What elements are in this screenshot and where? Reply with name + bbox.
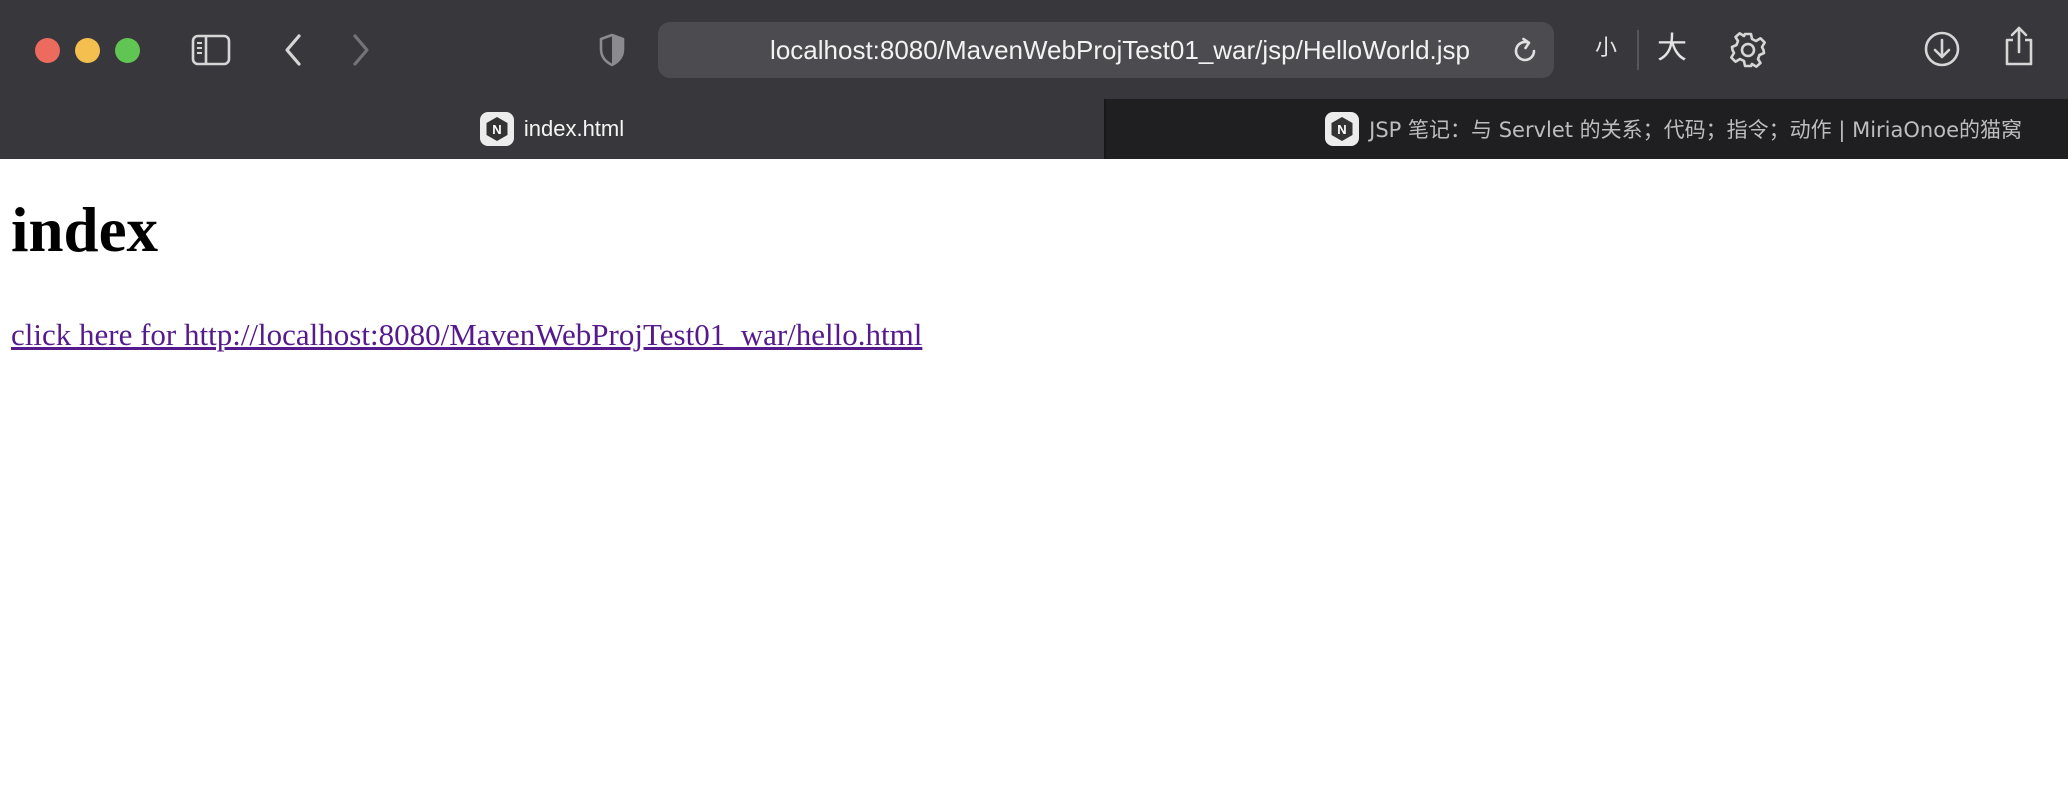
- sidebar-toggle-button[interactable]: [190, 32, 232, 68]
- minimize-window-button[interactable]: [75, 38, 100, 63]
- shield-icon: [598, 33, 626, 67]
- share-icon: [2002, 25, 2036, 67]
- reload-button[interactable]: [1510, 36, 1540, 66]
- downloads-button[interactable]: [1922, 29, 1962, 69]
- svg-text:N: N: [1337, 122, 1346, 137]
- hello-page-link[interactable]: click here for http://localhost:8080/Mav…: [11, 317, 922, 353]
- privacy-report-button[interactable]: [596, 32, 628, 68]
- tab-label: JSP 笔记：与 Servlet 的关系；代码；指令；动作 | MiriaOno…: [1369, 118, 2022, 142]
- browser-toolbar: localhost:8080/MavenWebProjTest01_war/js…: [0, 0, 2068, 99]
- chevron-left-icon: [282, 33, 304, 67]
- reload-icon: [1510, 37, 1540, 70]
- zoom-window-button[interactable]: [115, 38, 140, 63]
- zoom-divider: [1637, 30, 1639, 70]
- address-bar[interactable]: localhost:8080/MavenWebProjTest01_war/js…: [658, 22, 1554, 78]
- tab-bar: N index.html N JSP 笔记：与 Servlet 的关系；代码；指…: [0, 99, 2068, 159]
- tab-jsp-notes[interactable]: N JSP 笔记：与 Servlet 的关系；代码；指令；动作 | MiriaO…: [1106, 99, 2068, 159]
- address-text[interactable]: localhost:8080/MavenWebProjTest01_war/js…: [658, 22, 1494, 78]
- back-button[interactable]: [278, 32, 308, 68]
- tab-index[interactable]: N index.html: [0, 99, 1104, 159]
- browser-window: localhost:8080/MavenWebProjTest01_war/js…: [0, 0, 2068, 796]
- zoom-in-button[interactable]: 大: [1654, 29, 1690, 69]
- svg-text:N: N: [492, 122, 501, 137]
- forward-button[interactable]: [346, 32, 376, 68]
- n-logo-icon: N: [479, 112, 514, 146]
- settings-button[interactable]: [1728, 30, 1768, 70]
- web-page-content: index click here for http://localhost:80…: [0, 159, 2068, 796]
- zoom-out-button[interactable]: 小: [1591, 31, 1621, 67]
- download-icon: [1923, 30, 1961, 68]
- tab-label: index.html: [523, 116, 625, 141]
- close-window-button[interactable]: [35, 38, 60, 63]
- sidebar-icon: [191, 34, 231, 66]
- chevron-right-icon: [350, 33, 372, 67]
- gear-icon: [1729, 31, 1767, 69]
- n-logo-icon: N: [1325, 112, 1360, 146]
- share-button[interactable]: [2000, 24, 2038, 68]
- page-heading: index: [11, 195, 159, 265]
